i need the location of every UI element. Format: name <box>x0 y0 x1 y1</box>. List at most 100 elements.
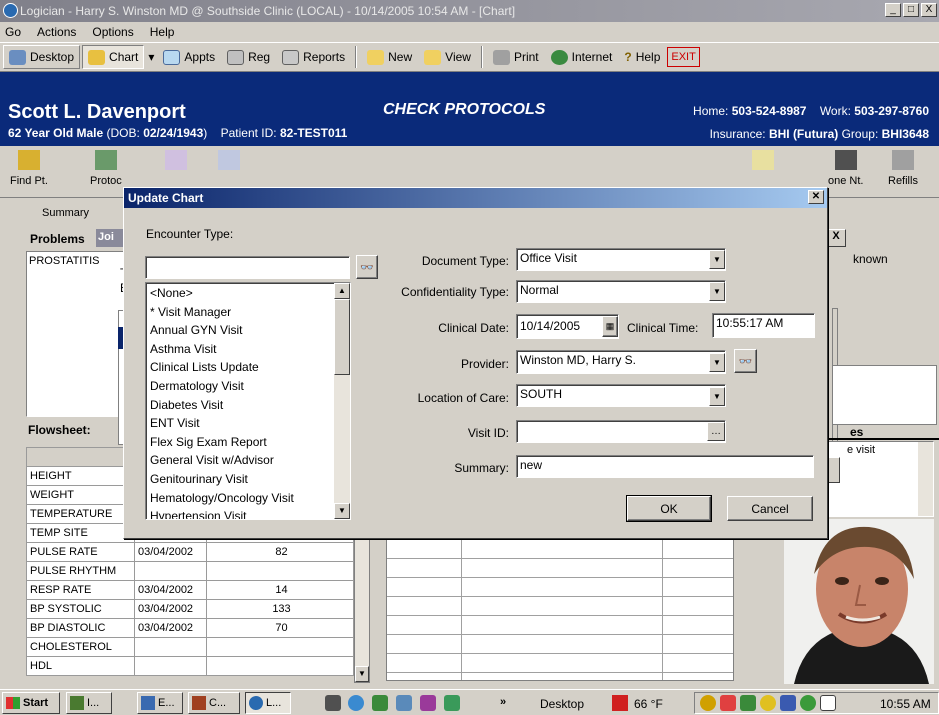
desktop-toolbar-label[interactable]: Desktop <box>540 697 584 711</box>
encounter-type-item[interactable]: Genitourinary Visit <box>146 470 350 489</box>
menu-help[interactable]: Help <box>150 25 175 39</box>
encounter-list-scrollbar[interactable]: ▲ ▼ <box>334 283 350 519</box>
update-button[interactable] <box>752 150 774 175</box>
view-button[interactable]: View <box>419 45 476 69</box>
tray-icon[interactable] <box>720 695 736 711</box>
minimize-button[interactable]: _ <box>885 3 901 17</box>
encounter-type-item[interactable]: Dermatology Visit <box>146 377 350 396</box>
quicklaunch-icon[interactable] <box>420 695 436 711</box>
reg-button[interactable]: Reg <box>222 45 275 69</box>
problems-list[interactable]: PROSTATITIS <box>26 251 126 417</box>
provider-search-button[interactable]: 👓 <box>734 349 757 373</box>
encounter-type-item[interactable]: Hematology/Oncology Visit <box>146 489 350 508</box>
desktop-button[interactable]: Desktop <box>3 45 81 69</box>
graph-button[interactable] <box>165 150 187 175</box>
chevron-down-icon[interactable]: ▼ <box>709 250 725 269</box>
clinical-time-input[interactable]: 10:55:17 AM <box>712 313 815 338</box>
dialog-title-bar[interactable]: Update Chart ✕ <box>124 188 827 208</box>
help-button[interactable]: ? Help <box>619 45 665 69</box>
weather-icon[interactable] <box>612 695 628 711</box>
ie-icon[interactable] <box>348 695 364 711</box>
quicklaunch-icon[interactable] <box>396 695 412 711</box>
menu-go[interactable]: Go <box>5 25 21 39</box>
encounter-search-input[interactable] <box>145 256 350 279</box>
maximize-button[interactable]: □ <box>903 3 919 17</box>
chart-dropdown-button[interactable]: ▾ <box>146 45 156 69</box>
provider-select[interactable]: Winston MD, Harry S. <box>516 350 726 374</box>
find-patient-button[interactable]: Find Pt. <box>10 150 48 187</box>
dialog-close-icon[interactable]: ✕ <box>808 190 824 204</box>
tray-icon[interactable] <box>700 695 716 711</box>
encounter-type-item[interactable]: Annual GYN Visit <box>146 321 350 340</box>
tab-summary[interactable]: Summary <box>42 207 89 219</box>
flowsheet-row[interactable]: PULSE RHYTHM <box>26 561 354 581</box>
quicklaunch-icon[interactable] <box>444 695 460 711</box>
encounter-type-list[interactable]: <None> * Visit Manager Annual GYN Visit Ast… <box>145 282 351 520</box>
flowsheet-row[interactable]: RESP RATE 03/04/2002 14 <box>26 580 354 600</box>
visit-id-input[interactable] <box>516 420 726 443</box>
mail-icon[interactable] <box>820 695 836 711</box>
menu-actions[interactable]: Actions <box>37 25 76 39</box>
print-button[interactable]: Print <box>488 45 544 69</box>
flowsheet-row[interactable]: HDL <box>26 656 354 676</box>
encounter-type-item[interactable]: ENT Visit <box>146 414 350 433</box>
scroll-thumb[interactable] <box>334 299 350 375</box>
confidentiality-select[interactable]: Normal <box>516 280 726 303</box>
taskbar-item-1[interactable]: I... <box>66 692 112 714</box>
notes-list[interactable]: e visit <box>828 441 934 517</box>
flowsheet-row[interactable]: CHOLESTEROL <box>26 637 354 657</box>
ok-button[interactable]: OK <box>627 496 711 521</box>
phone-note-button[interactable]: one Nt. <box>828 150 863 187</box>
chevron-down-icon[interactable]: ▼ <box>709 282 725 301</box>
encounter-type-item[interactable]: Diabetes Visit <box>146 396 350 415</box>
tray-icon[interactable] <box>800 695 816 711</box>
taskbar-item-3[interactable]: C... <box>188 692 240 714</box>
problems-tab[interactable]: Joi <box>96 229 124 247</box>
encounter-type-item[interactable]: <None> <box>146 284 350 303</box>
encounter-type-item[interactable]: * Visit Manager <box>146 303 350 322</box>
flowsheet-row[interactable]: BP SYSTOLIC 03/04/2002 133 <box>26 599 354 619</box>
exit-button[interactable]: EXIT <box>667 47 700 67</box>
internet-button[interactable]: Internet <box>546 45 618 69</box>
menu-options[interactable]: Options <box>92 25 133 39</box>
taskbar-item-4[interactable]: L... <box>245 692 291 714</box>
taskbar-item-2[interactable]: E... <box>137 692 183 714</box>
encounter-type-item[interactable]: Hypertension Visit <box>146 507 350 519</box>
quicklaunch-icon[interactable] <box>325 695 341 711</box>
ellipsis-icon[interactable]: … <box>707 422 725 441</box>
scroll-up-icon[interactable]: ▲ <box>334 283 350 299</box>
window-title-bar[interactable]: Logician - Harry S. Winston MD @ Southsi… <box>0 0 939 22</box>
refills-button[interactable]: Refills <box>888 150 918 187</box>
summary-input[interactable]: new <box>516 455 814 478</box>
encounter-type-item[interactable]: Asthma Visit <box>146 340 350 359</box>
documents-grid[interactable] <box>386 539 734 681</box>
calendar-icon[interactable]: ▦ <box>602 316 618 337</box>
protocols-button[interactable]: Protoc <box>90 150 122 187</box>
chart-button[interactable]: Chart <box>82 45 145 69</box>
close-icon[interactable]: X <box>826 229 846 247</box>
tray-icon[interactable] <box>740 695 756 711</box>
tray-icon[interactable] <box>760 695 776 711</box>
quicklaunch-icon[interactable] <box>372 695 388 711</box>
appts-button[interactable]: Appts <box>158 45 220 69</box>
encounter-type-item[interactable]: Flex Sig Exam Report <box>146 433 350 452</box>
flowsheet-row[interactable]: PULSE RATE 03/04/2002 82 <box>26 542 354 562</box>
location-of-care-select[interactable]: SOUTH <box>516 384 726 407</box>
reports-button[interactable]: Reports <box>277 45 350 69</box>
encounter-type-item[interactable]: Clinical Lists Update <box>146 358 350 377</box>
cancel-button[interactable]: Cancel <box>727 496 813 521</box>
new-button[interactable]: New <box>362 45 417 69</box>
encounter-type-item[interactable]: General Visit w/Advisor <box>146 451 350 470</box>
start-button[interactable]: Start <box>2 692 60 714</box>
tray-icon[interactable] <box>780 695 796 711</box>
chevron-down-icon[interactable]: ▼ <box>709 387 725 406</box>
scroll-down-icon[interactable]: ▼ <box>355 666 369 682</box>
problem-item[interactable]: PROSTATITIS <box>27 252 125 270</box>
chevron-down-icon[interactable]: ▼ <box>709 353 725 372</box>
chevron-right-icon[interactable]: » <box>500 696 506 708</box>
close-button[interactable]: X <box>921 3 937 17</box>
handout-button[interactable] <box>218 150 240 175</box>
flowsheet-row[interactable]: BP DIASTOLIC 03/04/2002 70 <box>26 618 354 638</box>
document-type-select[interactable]: Office Visit <box>516 248 726 271</box>
scroll-down-icon[interactable]: ▼ <box>334 503 350 519</box>
